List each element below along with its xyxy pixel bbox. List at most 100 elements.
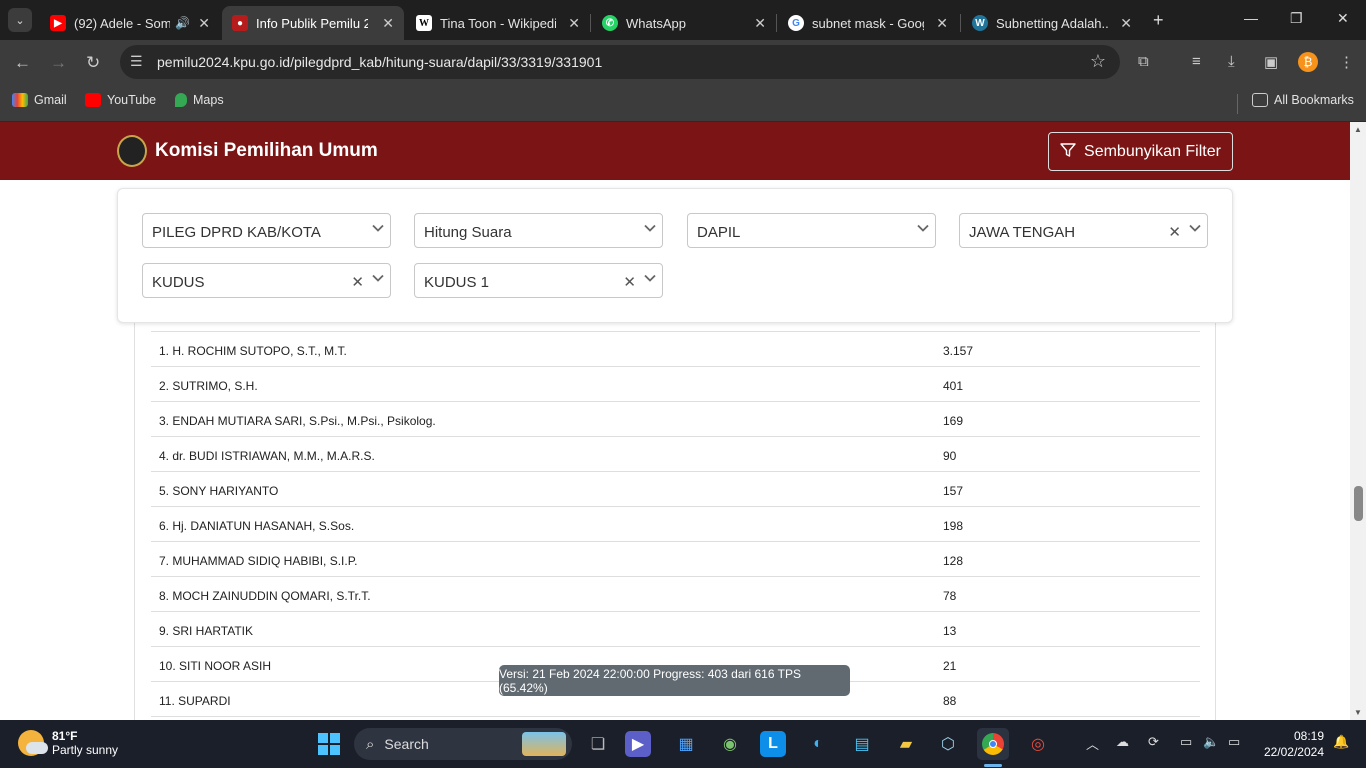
candidate-name: 6. Hj. DANIATUN HASANAH, S.Sos. [159, 519, 355, 533]
candidate-votes: 3.157 [943, 344, 974, 358]
scroll-down-icon[interactable]: ▼ [1354, 708, 1362, 717]
candidate-votes: 21 [943, 659, 957, 673]
side-panel-icon[interactable]: ▣ [1264, 53, 1278, 71]
close-icon[interactable]: ✕ [936, 15, 948, 32]
back-icon[interactable]: ← [14, 53, 31, 73]
candidate-name: 3. ENDAH MUTIARA SARI, S.Psi., M.Psi., P… [159, 414, 436, 428]
clear-icon[interactable]: ✕ [623, 273, 636, 291]
store-icon[interactable]: ▦ [670, 728, 702, 760]
close-icon[interactable]: ✕ [198, 15, 210, 32]
hide-filter-button[interactable]: Sembunyikan Filter [1048, 132, 1233, 171]
chrome-icon[interactable] [977, 728, 1009, 760]
tab-divider [776, 14, 777, 32]
sync-icon[interactable]: ⟳ [1148, 734, 1159, 750]
3d-box-icon[interactable]: ⬡ [932, 728, 964, 760]
task-view-icon[interactable]: ❏ [582, 728, 614, 760]
reload-icon[interactable]: ↻ [86, 53, 100, 73]
clear-icon[interactable]: ✕ [1168, 223, 1181, 241]
province-select[interactable]: JAWA TENGAH ✕ [959, 213, 1208, 248]
bookmark-label: Maps [193, 93, 224, 107]
clock-date: 22/02/2024 [1263, 745, 1324, 759]
scroll-up-icon[interactable]: ▲ [1354, 125, 1362, 134]
taskbar-clock[interactable]: 08:19 22/02/2024 [1258, 728, 1324, 760]
bookmark-gmail[interactable]: Gmail [12, 93, 67, 107]
candidate-name: 1. H. ROCHIM SUTOPO, S.T., M.T. [159, 344, 347, 358]
close-icon[interactable]: ✕ [754, 15, 766, 32]
site-info-icon[interactable]: ☰ [130, 53, 143, 70]
bookmark-maps[interactable]: Maps [175, 93, 224, 107]
tray-overflow-icon[interactable]: ︿ [1086, 734, 1099, 753]
candidate-votes: 13 [943, 624, 957, 638]
page-scrollbar[interactable]: ▲ ▼ [1350, 122, 1366, 720]
whatsapp-icon: ✆ [602, 15, 618, 31]
tab-info-publik[interactable]: ● Info Publik Pemilu 20 ✕ [222, 6, 404, 40]
tab-google[interactable]: G subnet mask - Googl ✕ [778, 6, 958, 40]
minimize-icon[interactable]: — [1244, 10, 1258, 26]
restore-icon[interactable]: ❐ [1290, 10, 1303, 27]
download-icon[interactable]: ⤓ [1228, 53, 1235, 70]
forward-icon[interactable]: → [50, 53, 67, 73]
new-tab-icon[interactable]: + [1153, 10, 1164, 31]
tab-whatsapp[interactable]: ✆ WhatsApp ✕ [592, 6, 776, 40]
l-app-icon[interactable]: L [760, 731, 786, 757]
site-brand[interactable]: Komisi Pemilihan Umum [155, 140, 378, 162]
close-icon[interactable]: ✕ [1120, 15, 1132, 32]
url-text[interactable]: pemilu2024.kpu.go.id/pilegdprd_kab/hitun… [157, 54, 602, 70]
tab-youtube[interactable]: ▶ (92) Adele - Some 🔊 ✕ [40, 6, 220, 40]
taskbar: 81°F Partly sunny ⌕ Search ❏ ▶ ▦ ◉ L ◐ ▤… [0, 720, 1366, 768]
election-select[interactable]: PILEG DPRD KAB/KOTA [142, 213, 391, 248]
media-control-icon[interactable]: ≡ [1192, 53, 1201, 70]
site-header: Komisi Pemilihan Umum Sembunyikan Filter [0, 122, 1350, 180]
mode-select[interactable]: Hitung Suara [414, 213, 663, 248]
table-row: 7. MUHAMMAD SIDIQ HABIBI, S.I.P. 128 [151, 541, 1200, 576]
tab-title: Subnetting Adalah.... [996, 15, 1108, 31]
level-select[interactable]: DAPIL [687, 213, 936, 248]
windows-start-icon[interactable] [313, 728, 345, 760]
remote-desktop-icon[interactable]: ▤ [846, 728, 878, 760]
tab-wordpress[interactable]: W Subnetting Adalah.... ✕ [962, 6, 1142, 40]
close-icon[interactable]: ✕ [568, 15, 580, 32]
bitcoin-extension-icon[interactable]: ₿ [1298, 52, 1318, 72]
browser-toolbar: ← → ↻ ☰ pemilu2024.kpu.go.id/pilegdprd_k… [0, 40, 1366, 86]
battery-icon[interactable]: ▭ [1228, 734, 1240, 750]
notification-icon[interactable]: 🔔 [1333, 734, 1349, 750]
extensions-icon[interactable]: ⧉ [1138, 53, 1149, 70]
scrollbar-thumb[interactable] [1354, 486, 1363, 521]
clock-time: 08:19 [1293, 729, 1324, 743]
filter-icon [1060, 142, 1076, 161]
speaker-icon[interactable]: 🔊 [175, 16, 190, 30]
table-row: 8. MOCH ZAINUDDIN QOMARI, S.Tr.T. 78 [151, 576, 1200, 611]
all-bookmarks[interactable]: All Bookmarks [1252, 93, 1354, 107]
network-icon[interactable]: ▭ [1180, 734, 1192, 750]
tab-divider [590, 14, 591, 32]
close-icon[interactable]: ✕ [382, 15, 394, 32]
menu-icon[interactable]: ⋮ [1339, 53, 1354, 71]
close-window-icon[interactable]: ✕ [1337, 10, 1349, 27]
tab-search-button[interactable]: ⌄ [8, 8, 32, 32]
tab-title: Tina Toon - Wikipedia [440, 15, 556, 31]
edge-icon[interactable]: ◐ [802, 728, 834, 760]
regency-select[interactable]: KUDUS ✕ [142, 263, 391, 298]
partly-sunny-icon [18, 730, 48, 756]
candidate-votes: 169 [943, 414, 964, 428]
dapil-select[interactable]: KUDUS 1 ✕ [414, 263, 663, 298]
candidate-name: 7. MUHAMMAD SIDIQ HABIBI, S.I.P. [159, 554, 358, 568]
clear-icon[interactable]: ✕ [351, 273, 364, 291]
media-app-icon[interactable]: ◎ [1022, 728, 1054, 760]
bookmarks-bar: Gmail YouTube Maps All Bookmarks [0, 86, 1366, 122]
tab-wikipedia[interactable]: W Tina Toon - Wikipedia ✕ [406, 6, 590, 40]
search-highlight-icon [522, 732, 566, 756]
taskbar-search[interactable]: ⌕ Search [354, 728, 572, 760]
bookmark-youtube[interactable]: YouTube [85, 93, 156, 107]
table-row: 2. SUTRIMO, S.H. 401 [151, 366, 1200, 401]
globe-app-icon[interactable]: ◉ [714, 728, 746, 760]
file-explorer-icon[interactable]: ▰ [890, 728, 922, 760]
weather-widget[interactable]: 81°F Partly sunny [18, 729, 118, 757]
onedrive-icon[interactable]: ☁ [1116, 734, 1129, 750]
meet-icon[interactable]: ▶ [625, 731, 651, 757]
kpu-logo[interactable] [117, 135, 147, 167]
bookmark-star-icon[interactable]: ☆ [1090, 51, 1106, 72]
address-bar[interactable]: ☰ pemilu2024.kpu.go.id/pilegdprd_kab/hit… [120, 45, 1120, 79]
volume-icon[interactable]: 🔈 [1203, 734, 1219, 750]
youtube-icon: ▶ [50, 15, 66, 31]
